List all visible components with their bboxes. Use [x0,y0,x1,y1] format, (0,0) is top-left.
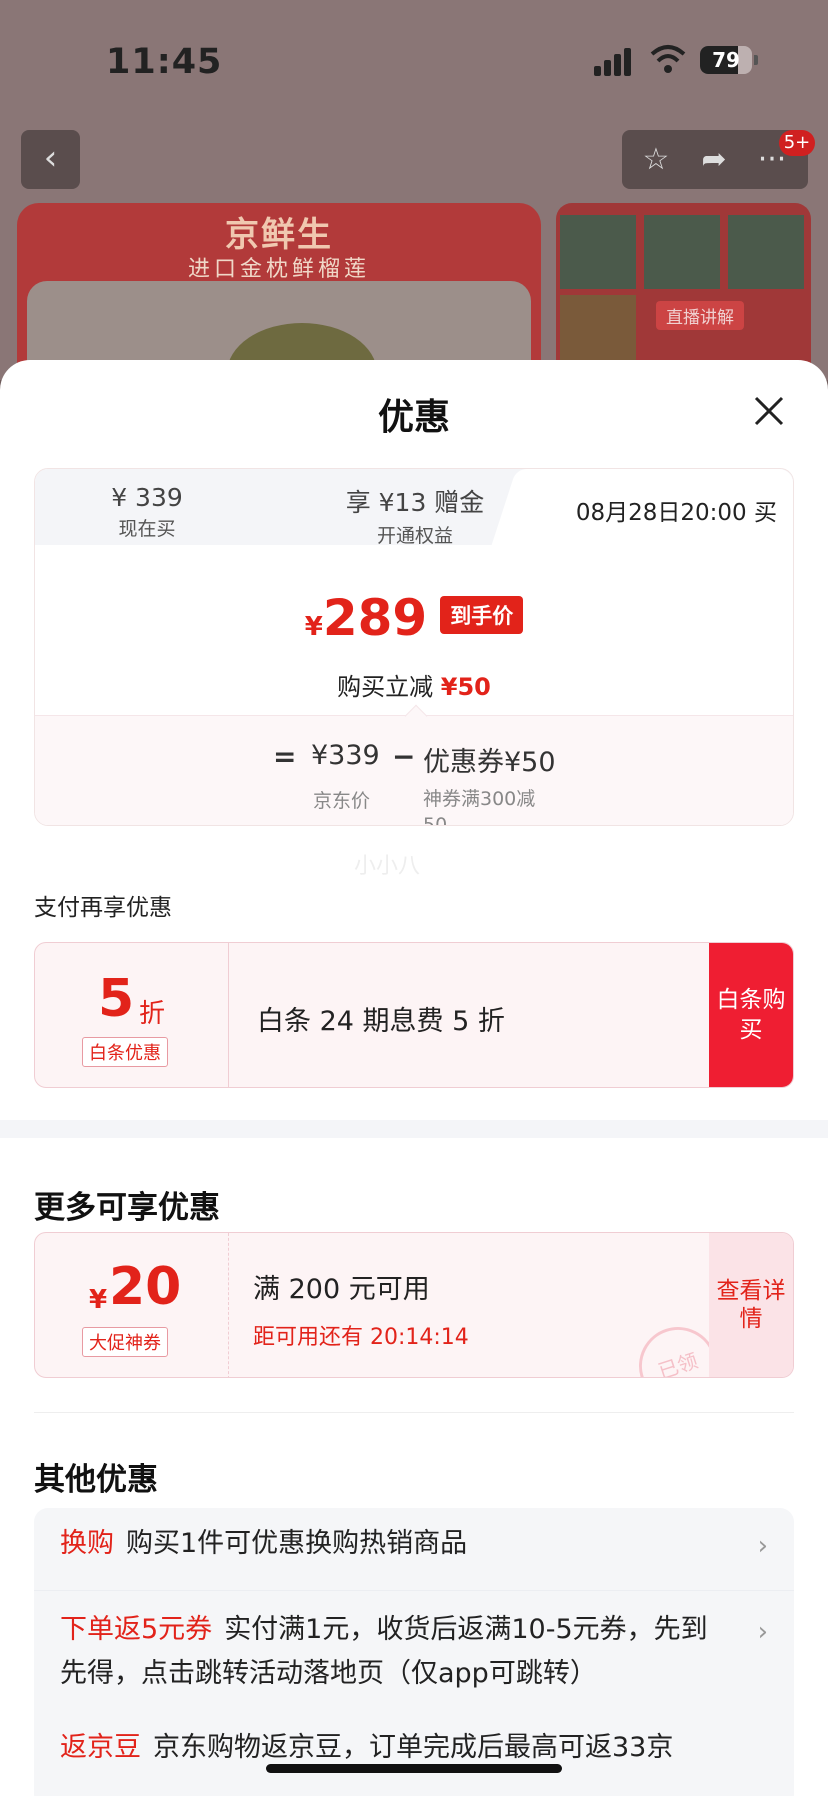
watermark: 小小八 [354,854,421,879]
divider [34,1412,794,1413]
side-gallery: 直播讲解 [556,203,811,380]
battery-icon: 79 [700,46,752,74]
price-tabs: ¥ 339 现在买 享 ¥13 赠金 开通权益 08月28日20:00 买 [35,469,793,551]
payment-section-title: 支付再享优惠 [34,895,172,921]
payment-discount-unit: 折 [139,999,166,1029]
other-offer-item[interactable]: 下单返5元券 实付满1元，收货后返满10-5元券，先到先得，点击跳转活动落地页（仅… [34,1608,794,1696]
tab-membership-value: 享 ¥13 赠金 [345,488,485,517]
offer-text: 京东购物返京豆，订单完成后最高可返33京 [153,1732,674,1763]
final-price-tag: 到手价 [440,596,524,634]
other-offer-item[interactable]: 换购 购买1件可优惠换购热销商品 › [34,1522,794,1566]
instant-reduction: 购买立减 ¥50 [35,667,793,702]
payment-offer-description: 白条 24 期息费 5 折 [257,1006,505,1037]
section-gap [0,1120,828,1138]
star-icon[interactable]: ☆ [634,138,678,182]
offer-tag: 换购 [60,1528,114,1559]
formula-coupon: 优惠券¥50 [423,747,556,778]
wifi-icon [650,45,686,73]
close-icon[interactable] [752,394,786,428]
status-bar: 11:45 79 [0,38,828,86]
share-icon[interactable]: ➦ [692,138,736,182]
reduction-amount: ¥50 [440,673,491,701]
product-banner: 京鲜生 进口金枕鲜榴莲 [17,203,541,380]
back-button[interactable]: ‹ [21,130,80,189]
battery-level: 79 [712,48,740,72]
chevron-right-icon: › [757,1531,768,1561]
coupon-badge: ¥ 20 大促神券 [35,1233,229,1377]
notification-badge: 5+ [779,130,815,156]
payment-discount-value: 5 [98,969,135,1029]
formula-coupon-label: 神券满300减50 [423,788,536,826]
offer-text: 购买1件可优惠换购热销商品 [126,1528,468,1559]
tab-buy-now[interactable]: ¥ 339 现在买 [87,483,207,541]
payment-offer-card: 5 折 白条优惠 白条 24 期息费 5 折 白条购买 [34,942,794,1088]
price-card: ¥ 339 现在买 享 ¥13 赠金 开通权益 08月28日20:00 买 ¥2… [34,468,794,826]
coupon-card: ¥ 20 大促神券 满 200 元可用 距可用还有 20:14:14 已领 查看… [34,1232,794,1378]
formula-jd-price-label: 京东价 [313,790,371,812]
coupon-chip: 大促神券 [82,1327,168,1357]
final-price-currency: ¥ [304,612,323,642]
formula-equals: = [273,740,297,773]
offer-tag: 下单返5元券 [60,1614,213,1645]
tab-buy-now-value: ¥ 339 [111,483,183,512]
tab-membership[interactable]: 享 ¥13 赠金 开通权益 [325,483,505,548]
reduction-label: 购买立减 [337,673,434,701]
coupon-amount: 20 [109,1257,182,1317]
battery-tip [754,55,758,65]
more-section-title: 更多可享优惠 [34,1190,220,1226]
formula-minus: − [392,740,416,773]
cellular-signal-icon [594,48,638,76]
final-price: ¥289 到手价 [35,589,793,647]
coupon-condition: 满 200 元可用 [253,1274,430,1305]
coupon-countdown: 距可用还有 20:14:14 [253,1325,469,1350]
chevron-right-icon: › [757,1617,768,1647]
baitiao-buy-button[interactable]: 白条购买 [709,943,793,1087]
payment-offer-chip: 白条优惠 [82,1037,168,1067]
banner-title: 京鲜生 [225,215,333,255]
other-offers-list: 换购 购买1件可优惠换购热销商品 › 下单返5元券 实付满1元，收货后返满10-5元… [34,1508,794,1796]
offer-tag: 返京豆 [60,1732,141,1763]
other-section-title: 其他优惠 [34,1462,158,1498]
tab-buy-now-label: 现在买 [118,518,176,540]
tab-scheduled-buy-label: 08月28日20:00 买 [575,500,777,526]
payment-offer-badge: 5 折 白条优惠 [35,943,229,1087]
discount-sheet: 优惠 ¥ 339 现在买 享 ¥13 赠金 开通权益 08月28日20:00 买… [0,360,828,1796]
live-label: 直播讲解 [656,301,744,330]
home-indicator [266,1764,562,1773]
price-formula: = ¥339 − 优惠券¥50 京东价 神券满300减50 [35,715,793,825]
coupon-currency: ¥ [89,1285,108,1315]
background-page: 11:45 79 ‹ ☆ ➦ ··· 5+ 京鲜生 进口金枕鲜榴莲 直播讲解 [0,0,828,380]
tab-scheduled-buy[interactable]: 08月28日20:00 买 [531,469,793,551]
view-details-button[interactable]: 查看详情 [709,1233,793,1377]
sheet-title: 优惠 [377,397,450,438]
tab-membership-label: 开通权益 [376,525,453,547]
formula-jd-price: ¥339 [311,740,380,771]
banner-subtitle: 进口金枕鲜榴莲 [187,257,370,282]
status-time: 11:45 [106,42,223,82]
final-price-amount: 289 [322,589,428,647]
row-divider [34,1590,794,1591]
